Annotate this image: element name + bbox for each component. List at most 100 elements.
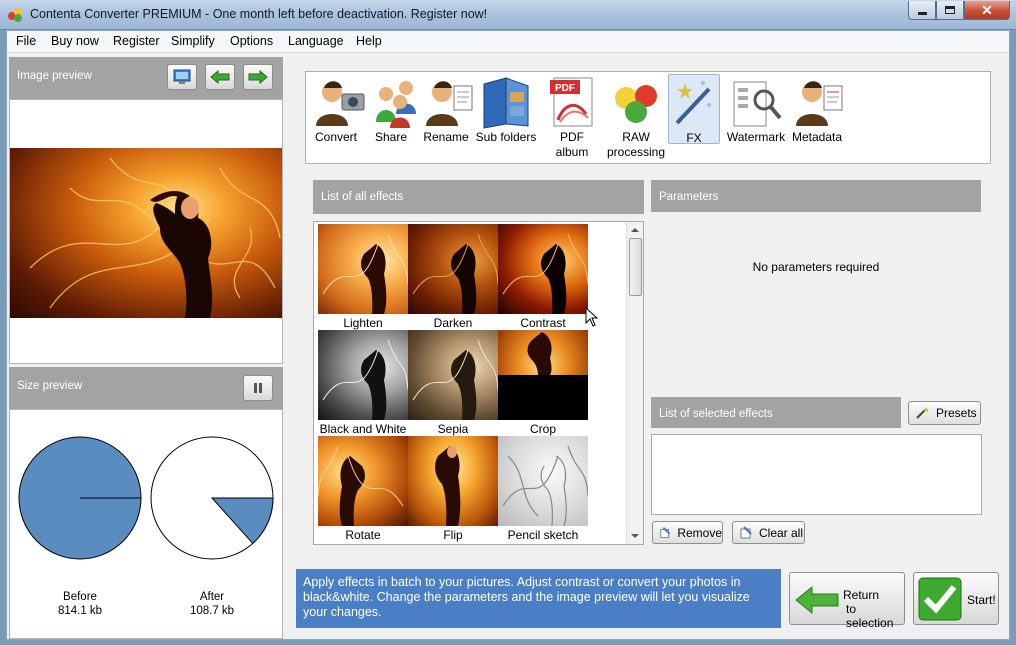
selected-effects-header: List of selected effects <box>651 397 901 428</box>
thumb-artwork <box>412 233 498 314</box>
image-preview-label: Image preview <box>17 70 92 82</box>
magic-wand-icon <box>916 407 929 419</box>
tool-share-label: Share <box>374 130 408 144</box>
effect-thumb-flip[interactable] <box>408 436 498 526</box>
thumb-artwork <box>502 233 588 314</box>
arrow-left-icon <box>210 70 230 84</box>
tool-raw-processing-label: RAW processing <box>606 130 666 159</box>
effect-thumb-lighten[interactable] <box>318 224 408 314</box>
effect-thumb-black-and-white[interactable] <box>318 330 408 420</box>
left-panel: Image preview Size preview Before 814.1 … <box>9 57 283 639</box>
tool-pdf-album[interactable]: PDF PDF album <box>542 74 602 159</box>
return-label-line2: to selection <box>846 602 894 630</box>
pdf-icon: PDF <box>542 74 602 130</box>
remove-label: Remove <box>677 525 722 540</box>
minimize-button[interactable] <box>908 1 936 20</box>
return-label-line1: Return <box>843 588 880 602</box>
monitor-icon <box>173 69 191 84</box>
thumb-artwork <box>498 332 588 420</box>
remove-button[interactable]: Remove <box>652 521 723 544</box>
menu-language[interactable]: Language <box>288 34 344 48</box>
tool-rename-label: Rename <box>423 130 469 144</box>
parameters-header: Parameters <box>651 180 981 212</box>
close-icon: ✕ <box>981 1 993 18</box>
effect-label-contrast: Contrast <box>520 316 566 330</box>
maximize-button[interactable] <box>936 1 964 20</box>
preview-photo <box>10 148 282 318</box>
title-bar: Contenta Converter PREMIUM - One month l… <box>0 0 1016 30</box>
tool-convert-label: Convert <box>314 130 358 144</box>
tool-share[interactable]: Share <box>366 74 416 144</box>
parameters-header-label: Parameters <box>659 191 719 203</box>
selected-effects-label: List of selected effects <box>659 408 773 420</box>
effects-list[interactable]: Lighten Darken Contrast Black and White … <box>313 221 644 545</box>
function-toolbar: Convert Share Rename Sub folders PDF PDF… <box>305 71 991 164</box>
rename-icon <box>420 74 480 130</box>
share-icon <box>366 74 426 130</box>
start-button[interactable]: Start! <box>913 572 999 625</box>
thumb-artwork <box>435 446 461 526</box>
menu-buy-now[interactable]: Buy now <box>51 34 99 48</box>
size-preview-label: Size preview <box>17 380 83 392</box>
tool-convert[interactable]: Convert <box>310 74 365 144</box>
size-preview-area: Before 814.1 kb After 108.7 kb <box>9 409 283 639</box>
presets-button[interactable]: Presets <box>908 401 981 425</box>
effects-header: List of all effects <box>313 180 644 214</box>
clear-all-label: Clear all <box>759 525 804 540</box>
effect-thumb-rotate[interactable] <box>318 436 408 526</box>
tool-sub-folders[interactable]: Sub folders <box>474 74 538 144</box>
tool-raw-processing[interactable]: RAW processing <box>606 74 666 159</box>
minimize-icon <box>917 11 927 15</box>
image-preview-area <box>9 99 283 364</box>
effect-thumb-sepia[interactable] <box>408 330 498 420</box>
tool-rename[interactable]: Rename <box>420 74 473 144</box>
dancer-artwork <box>29 157 281 318</box>
next-image-button[interactable] <box>243 64 273 90</box>
image-preview-header: Image preview <box>9 57 283 99</box>
effect-thumb-contrast[interactable] <box>498 224 588 314</box>
metadata-icon <box>790 74 850 130</box>
menu-simplify[interactable]: Simplify <box>171 34 215 48</box>
scroll-up-icon[interactable] <box>627 223 643 237</box>
pause-icon <box>254 383 262 393</box>
effect-label-flip: Flip <box>443 528 463 542</box>
effect-label-black-and-white: Black and White <box>319 422 407 436</box>
scroll-down-icon[interactable] <box>627 529 643 543</box>
mouse-cursor-icon <box>585 307 599 327</box>
effect-thumb-pencil-sketch[interactable] <box>498 436 588 526</box>
size-preview-header: Size preview <box>9 367 283 409</box>
thumb-artwork <box>322 233 408 314</box>
thumb-artwork <box>322 339 408 420</box>
effect-label-pencil-sketch: Pencil sketch <box>507 528 579 542</box>
effect-label-darken: Darken <box>433 316 473 330</box>
effect-thumb-darken[interactable] <box>408 224 498 314</box>
tool-metadata[interactable]: Metadata <box>790 74 844 144</box>
arrow-right-icon <box>248 70 268 84</box>
menu-options[interactable]: Options <box>230 34 273 48</box>
menu-register[interactable]: Register <box>113 34 160 48</box>
start-label: Start! <box>967 593 996 607</box>
menu-file[interactable]: File <box>16 34 36 48</box>
selected-effects-list[interactable] <box>651 434 982 515</box>
previous-image-button[interactable] <box>205 64 235 90</box>
tool-fx-label: FX <box>686 131 702 145</box>
before-size: 814.1 kb <box>58 605 102 617</box>
raw-icon <box>606 74 666 130</box>
return-to-selection-button[interactable]: Return to selection <box>789 572 905 630</box>
effect-label-lighten: Lighten <box>343 316 383 330</box>
close-button[interactable]: ✕ <box>964 1 1010 20</box>
tool-fx[interactable]: FX <box>668 74 720 145</box>
thumb-artwork <box>412 339 498 420</box>
size-pie-charts: Before 814.1 kb After 108.7 kb <box>18 436 274 617</box>
fx-icon <box>669 75 719 131</box>
effects-scroll-thumb[interactable] <box>629 238 642 296</box>
effect-thumb-crop[interactable] <box>498 330 588 420</box>
tool-watermark[interactable]: Watermark <box>724 74 788 144</box>
menu-bar: File Buy now Register Simplify Options L… <box>7 31 1009 53</box>
view-image-button[interactable] <box>167 64 197 90</box>
pause-button[interactable] <box>243 375 273 401</box>
menu-help[interactable]: Help <box>356 34 382 48</box>
maximize-icon <box>945 6 955 14</box>
clear-all-button[interactable]: Clear all <box>732 521 805 544</box>
effects-scrollbar[interactable] <box>626 222 643 544</box>
